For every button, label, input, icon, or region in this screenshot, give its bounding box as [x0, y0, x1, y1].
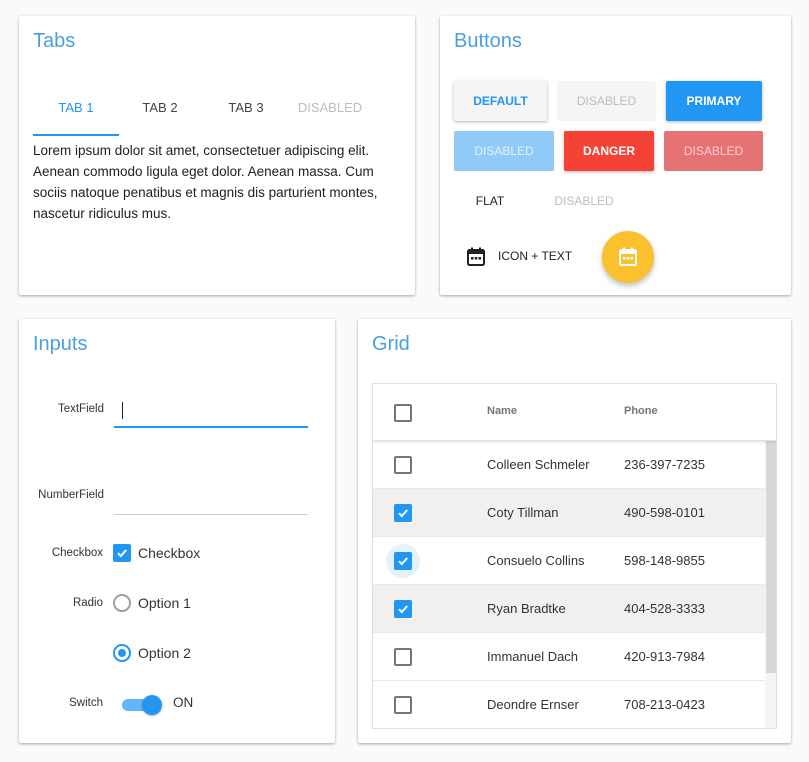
tabs-card: Tabs TAB 1 TAB 2 TAB 3 DISABLED Lorem ip… [19, 16, 415, 295]
cell-name: Ryan Bradtke [487, 601, 566, 616]
flat-button[interactable]: FLAT [462, 181, 518, 221]
table-row[interactable]: Coty Tillman 490-598-0101 [373, 489, 765, 537]
tab-3[interactable]: TAB 3 [203, 94, 289, 136]
buttons-card: Buttons DEFAULT DISABLED PRIMARY DISABLE… [440, 16, 791, 295]
grid-card-title: Grid [372, 333, 410, 355]
numberfield-label: NumberField [38, 489, 104, 501]
calendar-icon [467, 247, 485, 266]
inputs-card-title: Inputs [33, 333, 88, 355]
cell-phone: 420-913-7984 [624, 649, 705, 664]
danger-button[interactable]: DANGER [564, 131, 654, 171]
check-icon [398, 605, 408, 614]
radio-option-1[interactable] [113, 594, 131, 612]
tab-bar: TAB 1 TAB 2 TAB 3 DISABLED [33, 94, 403, 136]
calendar-icon [619, 247, 637, 266]
default-button[interactable]: DEFAULT [454, 81, 547, 121]
check-icon [398, 509, 408, 518]
tab-content-text: Lorem ipsum dolor sit amet, consectetuer… [33, 143, 378, 221]
table-row[interactable]: Deondre Ernser 708-213-0423 [373, 681, 765, 728]
primary-disabled-button: DISABLED [454, 131, 554, 171]
cell-name: Consuelo Collins [487, 553, 585, 568]
default-disabled-button: DISABLED [557, 81, 656, 121]
check-icon [117, 549, 127, 558]
radio-option-2-label: Option 2 [138, 645, 191, 661]
textfield-label: TextField [57, 403, 104, 415]
row-checkbox[interactable] [394, 504, 412, 522]
column-header-phone[interactable]: Phone [624, 405, 658, 417]
cell-phone: 708-213-0423 [624, 697, 705, 712]
cell-phone: 236-397-7235 [624, 457, 705, 472]
checkbox-text: Checkbox [138, 545, 201, 561]
flat-disabled-button: DISABLED [554, 194, 614, 208]
cell-phone: 598-148-9855 [624, 553, 705, 568]
radio-row-label: Radio [72, 597, 103, 609]
buttons-card-title: Buttons [454, 30, 522, 52]
table-row[interactable]: Ryan Bradtke 404-528-3333 [373, 585, 765, 633]
column-header-name[interactable]: Name [487, 405, 517, 417]
cell-name: Deondre Ernser [487, 697, 579, 712]
radio-option-1-label: Option 1 [138, 595, 191, 611]
cell-name: Coty Tillman [487, 505, 559, 520]
check-icon [398, 557, 408, 566]
grid-card: Grid Name Phone Colleen Schmeler 236-397… [358, 319, 791, 743]
switch-row-label: Switch [69, 697, 103, 709]
cell-phone: 404-528-3333 [624, 601, 705, 616]
tab-2[interactable]: TAB 2 [117, 94, 203, 136]
row-checkbox[interactable] [394, 552, 412, 570]
grid-header: Name Phone [373, 384, 776, 441]
primary-button[interactable]: PRIMARY [666, 81, 762, 121]
table-row[interactable]: Colleen Schmeler 236-397-7235 [373, 441, 765, 489]
row-checkbox[interactable] [394, 600, 412, 618]
select-all-checkbox[interactable] [394, 404, 412, 422]
tab-disabled: DISABLED [297, 100, 363, 115]
row-checkbox[interactable] [394, 696, 412, 714]
row-checkbox[interactable] [394, 456, 412, 474]
table-row[interactable]: Immanuel Dach 420-913-7984 [373, 633, 765, 681]
checkbox-row-label: Checkbox [51, 547, 103, 559]
icon-text-button-label: ICON + TEXT [498, 249, 573, 263]
radio-option-2[interactable] [113, 644, 131, 662]
tab-1[interactable]: TAB 1 [33, 94, 119, 136]
tabs-card-title: Tabs [33, 30, 76, 52]
cell-phone: 490-598-0101 [624, 505, 705, 520]
danger-disabled-button: DISABLED [664, 131, 763, 171]
switch-toggle[interactable] [122, 695, 162, 715]
switch-knob [142, 695, 162, 715]
row-checkbox[interactable] [394, 648, 412, 666]
icon-text-button[interactable]: ICON + TEXT [464, 237, 584, 277]
calendar-fab-button[interactable] [602, 231, 654, 283]
inputs-card: Inputs TextField NumberField Checkbox Ch… [19, 319, 335, 743]
switch-state-label: ON [173, 695, 194, 710]
numberfield-input[interactable] [114, 485, 308, 515]
cell-name: Colleen Schmeler [487, 457, 590, 472]
cell-name: Immanuel Dach [487, 649, 579, 664]
checkbox[interactable] [113, 544, 131, 562]
scrollbar-thumb[interactable] [766, 441, 776, 673]
table-row[interactable]: Consuelo Collins 598-148-9855 [373, 537, 765, 585]
text-caret [122, 402, 123, 419]
textfield-input[interactable] [114, 398, 308, 428]
data-grid: Name Phone Colleen Schmeler 236-397-7235… [372, 383, 777, 729]
